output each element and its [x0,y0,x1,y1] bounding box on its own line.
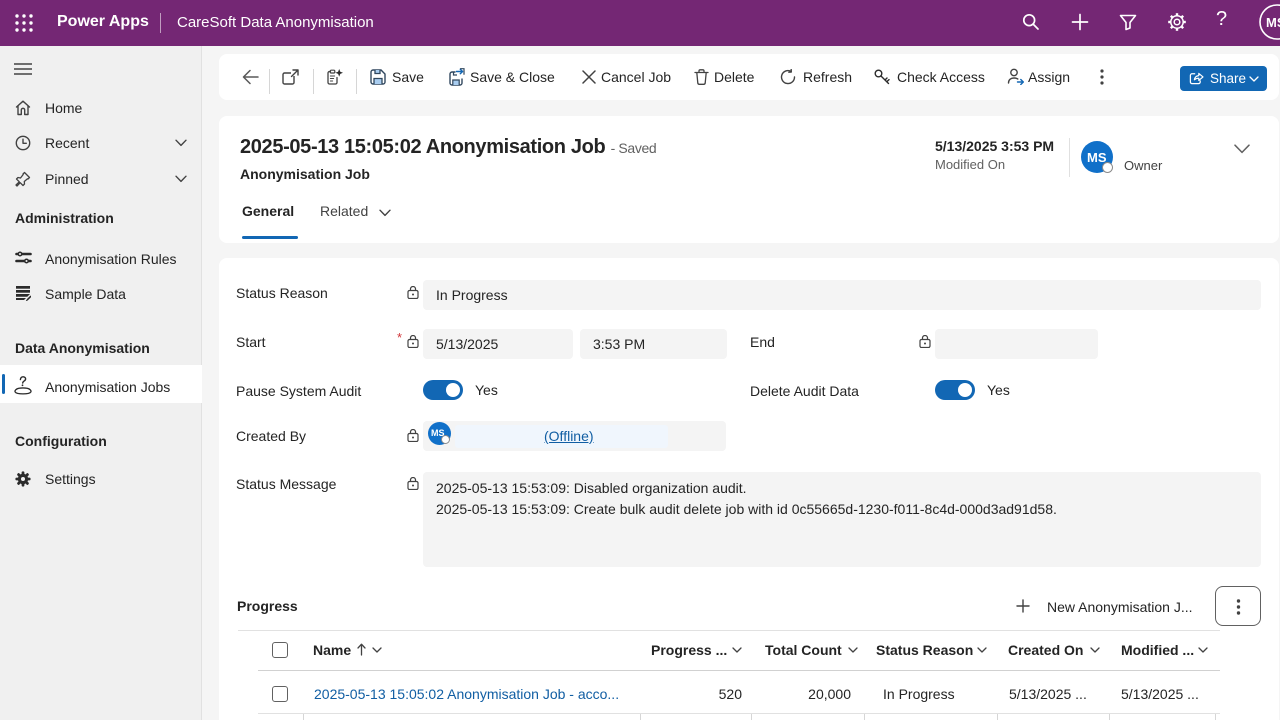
svg-text:MS: MS [1266,15,1280,30]
